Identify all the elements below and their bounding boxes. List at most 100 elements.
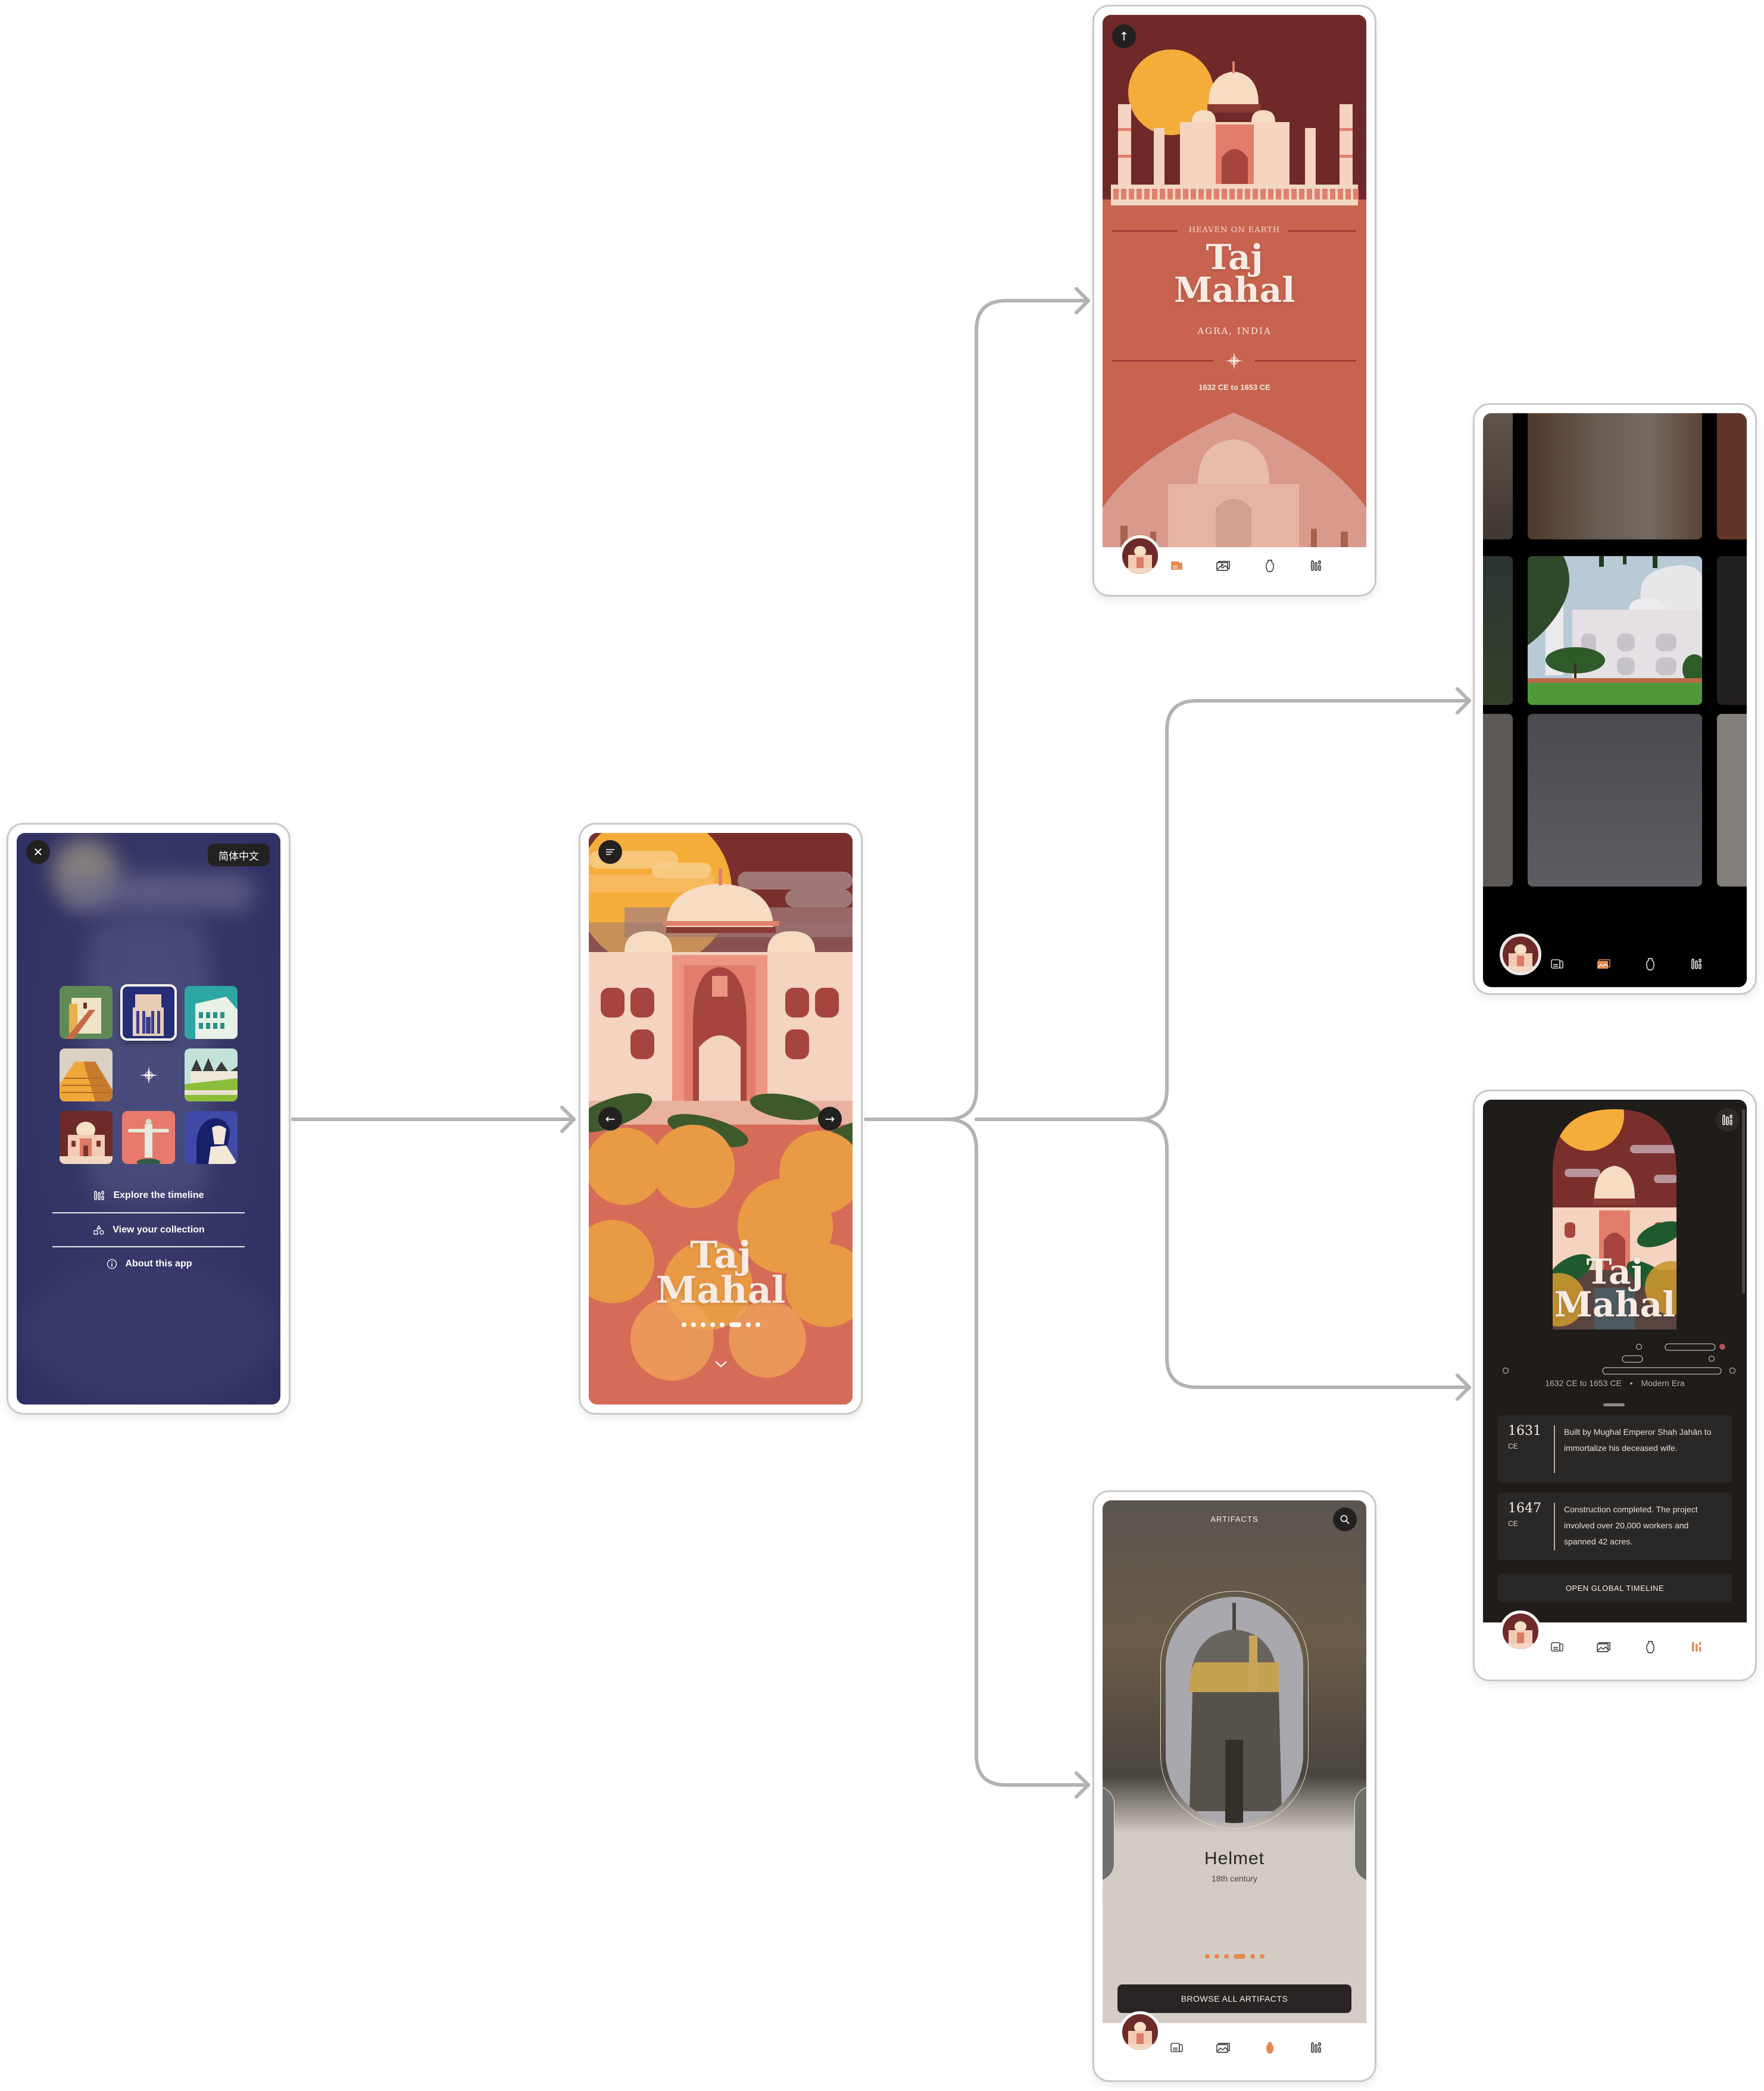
tab-photo-gallery[interactable] bbox=[1213, 557, 1234, 575]
gallery-photo[interactable] bbox=[1717, 556, 1747, 705]
tab-timeline[interactable] bbox=[1306, 2039, 1326, 2056]
browse-all-artifacts-button[interactable]: BROWSE ALL ARTIFACTS bbox=[1117, 1984, 1351, 2013]
tab-photo-gallery[interactable] bbox=[1213, 2039, 1234, 2056]
timeline-icon bbox=[1311, 2042, 1321, 2053]
scroll-down-button[interactable] bbox=[589, 1360, 853, 1371]
title-line-2: Mahal bbox=[655, 1268, 786, 1312]
gallery-photo-featured[interactable] bbox=[1528, 556, 1702, 705]
tab-editorial[interactable] bbox=[1547, 955, 1568, 973]
wonder-tile-chichen-itza[interactable] bbox=[60, 1048, 113, 1101]
wonder-avatar-button[interactable] bbox=[1500, 934, 1541, 975]
wonder-tile-colosseum[interactable] bbox=[185, 986, 238, 1039]
event-year: 1647 bbox=[1508, 1501, 1541, 1516]
timeline-icon bbox=[1691, 959, 1701, 969]
title-line-1: Taj bbox=[1206, 237, 1263, 277]
close-button[interactable]: ✕ bbox=[26, 840, 50, 864]
mini-timeline-graphic[interactable] bbox=[1483, 1341, 1747, 1377]
pagination-dot[interactable] bbox=[700, 1322, 705, 1327]
gallery-icon bbox=[1216, 2043, 1230, 2053]
wonder-tile-great-wall[interactable] bbox=[60, 986, 113, 1039]
gallery-photo[interactable] bbox=[1717, 413, 1747, 539]
pagination-dot-active[interactable] bbox=[1233, 1954, 1245, 1959]
separator: • bbox=[1629, 1378, 1633, 1388]
gallery-photo[interactable] bbox=[1483, 556, 1513, 705]
bottom-navigation bbox=[1103, 2011, 1366, 2074]
wonder-avatar-button[interactable] bbox=[1119, 2011, 1161, 2053]
wonder-tile-pyramids[interactable] bbox=[185, 1111, 238, 1164]
current-wonder-marker bbox=[1719, 1344, 1725, 1350]
pagination-dot[interactable] bbox=[691, 1322, 696, 1327]
artifact-icon bbox=[1646, 958, 1654, 970]
artifact-icon bbox=[1646, 1641, 1654, 1653]
event-era: CE bbox=[1508, 1442, 1518, 1450]
tab-artifacts[interactable] bbox=[1640, 1638, 1660, 1656]
wonder-tile-taj-mahal[interactable] bbox=[60, 1111, 113, 1164]
pagination-dot[interactable] bbox=[745, 1322, 751, 1327]
wonder-pagination bbox=[589, 1322, 853, 1327]
pagination-dot[interactable] bbox=[1223, 1954, 1229, 1959]
bottom-navigation bbox=[1483, 934, 1747, 987]
era-label: Modern Era bbox=[1641, 1378, 1685, 1388]
blurred-ground bbox=[17, 1262, 280, 1405]
tab-artifacts[interactable] bbox=[1640, 955, 1660, 973]
arrowhead-timeline bbox=[1456, 1374, 1471, 1401]
artifacts-screen: ARTIFACTS Helmet 18th century BROWSE ALL… bbox=[1103, 1500, 1366, 2074]
tab-photo-gallery[interactable] bbox=[1594, 955, 1614, 973]
wonder-avatar-button[interactable] bbox=[1119, 535, 1161, 577]
pagination-dot[interactable] bbox=[1214, 1954, 1219, 1959]
search-button[interactable] bbox=[1333, 1508, 1357, 1531]
tab-timeline[interactable] bbox=[1687, 1638, 1707, 1656]
previous-wonder-button[interactable]: ← bbox=[598, 1107, 622, 1131]
menu-item-about-app[interactable]: About this app bbox=[52, 1246, 245, 1280]
tab-timeline[interactable] bbox=[1687, 955, 1707, 973]
compass-icon bbox=[1225, 352, 1243, 370]
pagination-dot[interactable] bbox=[1259, 1954, 1265, 1959]
pagination-dot[interactable] bbox=[1204, 1954, 1210, 1959]
menu-item-view-collection[interactable]: View your collection bbox=[52, 1212, 245, 1246]
tab-timeline[interactable] bbox=[1306, 557, 1326, 575]
gallery-photo[interactable] bbox=[1483, 714, 1513, 887]
sphinx-icon bbox=[196, 1118, 238, 1164]
artifact-pagination bbox=[1103, 1954, 1366, 1959]
back-to-top-button[interactable]: ↑ bbox=[1112, 24, 1136, 48]
tab-artifacts[interactable] bbox=[1260, 2039, 1280, 2056]
pagination-dot[interactable] bbox=[755, 1322, 760, 1327]
wonder-tile-petra[interactable] bbox=[120, 984, 177, 1041]
pagination-dot[interactable] bbox=[1250, 1954, 1255, 1959]
menu-item-explore-timeline[interactable]: Explore the timeline bbox=[52, 1178, 245, 1212]
tab-editorial[interactable] bbox=[1547, 1638, 1568, 1656]
divider-line bbox=[1255, 360, 1356, 361]
gallery-photo[interactable] bbox=[1528, 714, 1702, 887]
great-wall-icon bbox=[65, 998, 101, 1039]
gallery-photo[interactable] bbox=[1483, 413, 1513, 539]
menu-button[interactable] bbox=[598, 840, 622, 864]
tab-editorial[interactable] bbox=[1167, 2039, 1187, 2056]
next-wonder-button[interactable]: → bbox=[818, 1107, 842, 1131]
arrow-up-icon: ↑ bbox=[1119, 29, 1129, 43]
artifact-icon bbox=[1266, 560, 1274, 572]
gallery-photo[interactable] bbox=[1528, 413, 1702, 539]
wonder-subtitle: HEAVEN ON EARTH bbox=[1188, 226, 1281, 235]
taj-mahal-banner-illustration bbox=[1103, 15, 1366, 205]
global-timeline-button[interactable] bbox=[1716, 1108, 1740, 1132]
timeline-screen-frame: Taj Mahal 1632 CE to 1653 CE • Modern Er… bbox=[1473, 1090, 1757, 1681]
menu-screen: ✕ 简体中文 Explore the timeline View your co… bbox=[17, 833, 280, 1405]
tab-artifacts[interactable] bbox=[1260, 557, 1280, 575]
drag-handle[interactable] bbox=[1603, 1403, 1625, 1406]
menu-item-label: View your collection bbox=[113, 1224, 205, 1235]
gallery-photo[interactable] bbox=[1717, 714, 1747, 887]
wonder-avatar-button[interactable] bbox=[1500, 1611, 1541, 1652]
pagination-dot-active[interactable] bbox=[729, 1322, 741, 1327]
tab-photo-gallery[interactable] bbox=[1594, 1638, 1614, 1656]
artifact-image[interactable] bbox=[1166, 1597, 1303, 1823]
wonder-tile-machu-picchu[interactable] bbox=[185, 1048, 238, 1101]
screen-header: ARTIFACTS bbox=[1210, 1515, 1259, 1524]
wonder-tile-christ-redeemer[interactable] bbox=[122, 1111, 175, 1164]
wonder-location: AGRA, INDIA bbox=[1197, 326, 1272, 336]
tab-editorial[interactable] bbox=[1167, 557, 1187, 575]
pagination-dot[interactable] bbox=[719, 1322, 725, 1327]
pagination-dot[interactable] bbox=[710, 1322, 715, 1327]
language-button[interactable]: 简体中文 bbox=[208, 844, 270, 866]
open-global-timeline-button[interactable]: OPEN GLOBAL TIMELINE bbox=[1498, 1574, 1732, 1602]
pagination-dot[interactable] bbox=[681, 1322, 686, 1327]
